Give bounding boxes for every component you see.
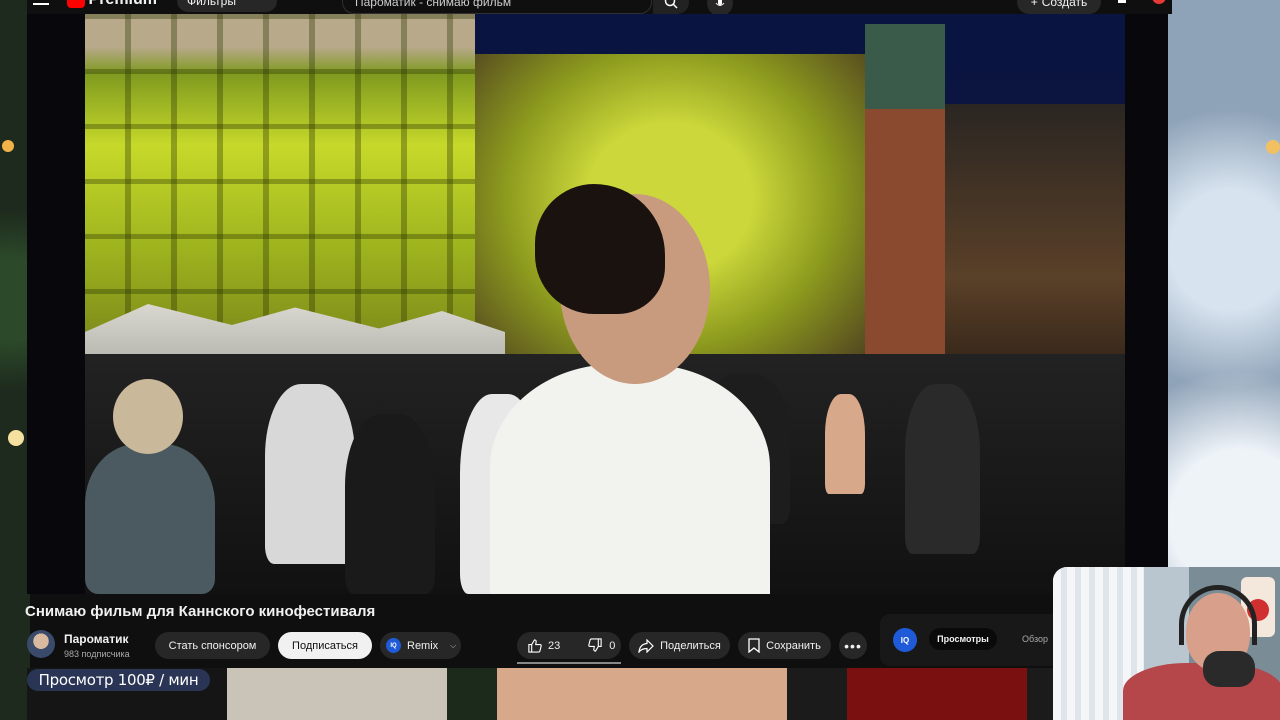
subscriber-count: 983 подписчика: [64, 649, 130, 659]
price-badge: Просмотр 100₽ / мин: [27, 669, 210, 691]
thumbs-down-icon: [588, 638, 602, 652]
filter-chip[interactable]: Фильтры: [177, 0, 277, 12]
video-player[interactable]: [27, 14, 1168, 594]
subscribe-button[interactable]: Подписаться: [278, 632, 372, 659]
channel-name[interactable]: Пароматик: [64, 632, 128, 646]
youtube-logo[interactable]: Premium: [67, 0, 157, 10]
tab-views[interactable]: Просмотры: [929, 628, 997, 650]
search-input[interactable]: Пароматик - снимаю фильм: [342, 0, 652, 14]
search-icon: [664, 0, 678, 9]
search-button[interactable]: [653, 0, 689, 14]
share-label: Поделиться: [660, 639, 721, 652]
like-count: 23: [548, 639, 561, 652]
logo-text: Premium: [89, 0, 157, 9]
top-bar: Premium Фильтры Пароматик - снимаю фильм…: [27, 0, 1172, 16]
menu-icon[interactable]: [33, 0, 49, 10]
bokeh-light: [2, 140, 14, 152]
account-avatar[interactable]: [1152, 0, 1166, 4]
like-underline: [517, 662, 621, 664]
person: [265, 384, 355, 564]
tower: [865, 24, 945, 364]
like-dislike-group: 23 0: [517, 632, 621, 659]
create-label: Создать: [1041, 0, 1088, 9]
webcam-overlay: [1053, 567, 1280, 720]
create-button[interactable]: + Создать: [1017, 0, 1101, 14]
person: [345, 414, 435, 594]
plus-icon: +: [1030, 0, 1038, 9]
like-button[interactable]: 23: [527, 638, 560, 653]
more-actions-button[interactable]: •••: [839, 632, 867, 659]
chevron-down-icon: ⌵: [450, 640, 457, 650]
iq-icon: IQ: [386, 638, 401, 653]
projected-building-left: [85, 14, 475, 344]
sponsor-button[interactable]: Стать спонсором: [155, 632, 270, 659]
thumbs-up-icon: [528, 639, 542, 653]
channel-avatar[interactable]: [27, 630, 55, 658]
save-label: Сохранить: [766, 639, 821, 652]
remix-label: Remix: [407, 639, 439, 652]
bokeh-light: [1266, 140, 1280, 154]
person: [905, 384, 980, 554]
bookmark-icon: [748, 638, 760, 653]
main-person-shirt: [490, 364, 770, 594]
person-head: [113, 379, 183, 454]
video-frame: [85, 14, 1125, 594]
save-button[interactable]: Сохранить: [738, 632, 831, 659]
iq-logo-icon[interactable]: IQ: [893, 628, 917, 652]
streamer-shirt: [1123, 663, 1280, 720]
building-right: [945, 104, 1125, 394]
dislike-count: 0: [609, 639, 616, 652]
video-title: Снимаю фильм для Каннского кинофестиваля: [25, 603, 376, 620]
person: [85, 444, 215, 594]
microphone: [1203, 651, 1255, 687]
dislike-button[interactable]: 0: [588, 638, 615, 653]
notifications-bell-icon[interactable]: [1112, 0, 1132, 10]
more-horizontal-icon: •••: [844, 637, 862, 654]
share-icon: [638, 638, 654, 653]
bokeh-light: [8, 430, 24, 446]
mic-icon: [715, 0, 725, 6]
share-button[interactable]: Поделиться: [629, 632, 730, 659]
youtube-play-icon: [67, 0, 85, 8]
person: [825, 394, 865, 494]
remix-button[interactable]: IQ Remix ⌵: [380, 632, 461, 659]
